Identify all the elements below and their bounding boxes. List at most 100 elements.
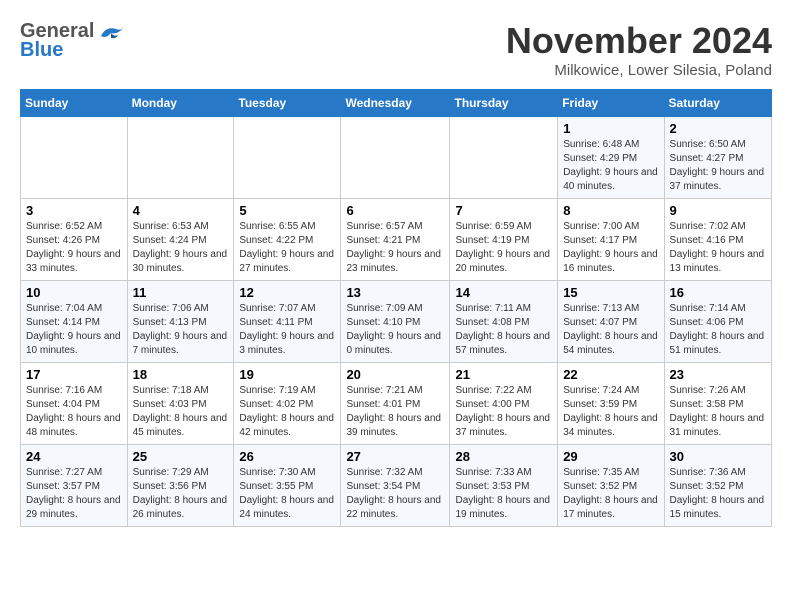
calendar-cell: 1 Sunrise: 6:48 AMSunset: 4:29 PMDaylight… [558, 117, 664, 199]
day-info: Sunrise: 7:22 AMSunset: 4:00 PMDaylight:… [455, 384, 552, 440]
day-info: Sunrise: 7:16 AMSunset: 4:04 PMDaylight:… [26, 384, 122, 440]
day-info: Sunrise: 7:07 AMSunset: 4:11 PMDaylight:… [239, 302, 335, 358]
calendar-week-row: 24 Sunrise: 7:27 AMSunset: 3:57 PMDayligh… [21, 445, 772, 527]
column-header-thursday: Thursday [450, 90, 558, 117]
calendar-cell: 3Sunrise: 6:52 AMSunset: 4:26 PMDaylight… [21, 199, 128, 281]
day-number: 14 [455, 285, 552, 300]
day-info: Sunrise: 6:59 AMSunset: 4:19 PMDaylight:… [455, 220, 552, 276]
calendar-cell: 15Sunrise: 7:13 AMSunset: 4:07 PMDayligh… [558, 281, 664, 363]
day-number: 2 [670, 121, 766, 136]
day-info: Sunrise: 7:29 AMSunset: 3:56 PMDaylight:… [133, 466, 229, 522]
calendar-cell: 20 Sunrise: 7:21 AMSunset: 4:01 PMDayligh… [341, 363, 450, 445]
calendar-cell: 27 Sunrise: 7:32 AMSunset: 3:54 PMDayligh… [341, 445, 450, 527]
day-info: Sunrise: 7:19 AMSunset: 4:02 PMDaylight:… [239, 384, 335, 440]
day-number: 12 [239, 285, 335, 300]
day-number: 21 [455, 367, 552, 382]
day-number: 8 [563, 203, 658, 218]
column-header-sunday: Sunday [21, 90, 128, 117]
calendar-cell: 19 Sunrise: 7:19 AMSunset: 4:02 PMDayligh… [234, 363, 341, 445]
day-info: Sunrise: 7:04 AMSunset: 4:14 PMDaylight:… [26, 302, 122, 358]
calendar-cell: 13 Sunrise: 7:09 AMSunset: 4:10 PMDayligh… [341, 281, 450, 363]
day-number: 24 [26, 449, 122, 464]
calendar-week-row: 10 Sunrise: 7:04 AMSunset: 4:14 PMDayligh… [21, 281, 772, 363]
calendar-cell: 28 Sunrise: 7:33 AMSunset: 3:53 PMDayligh… [450, 445, 558, 527]
day-number: 1 [563, 121, 658, 136]
calendar-cell: 11Sunrise: 7:06 AMSunset: 4:13 PMDayligh… [127, 281, 234, 363]
day-info: Sunrise: 6:48 AMSunset: 4:29 PMDaylight:… [563, 138, 658, 194]
logo: General Blue [20, 20, 126, 62]
day-info: Sunrise: 7:27 AMSunset: 3:57 PMDaylight:… [26, 466, 122, 522]
column-header-wednesday: Wednesday [341, 90, 450, 117]
day-info: Sunrise: 7:14 AMSunset: 4:06 PMDaylight:… [670, 302, 766, 358]
calendar-cell: 16 Sunrise: 7:14 AMSunset: 4:06 PMDayligh… [664, 281, 771, 363]
calendar-table: SundayMondayTuesdayWednesdayThursdayFrid… [20, 89, 772, 527]
calendar-cell: 2 Sunrise: 6:50 AMSunset: 4:27 PMDaylight… [664, 117, 771, 199]
day-number: 27 [346, 449, 444, 464]
column-header-tuesday: Tuesday [234, 90, 341, 117]
calendar-cell [127, 117, 234, 199]
day-number: 30 [670, 449, 766, 464]
title-area: November 2024 Milkowice, Lower Silesia, … [506, 20, 772, 79]
calendar-cell [234, 117, 341, 199]
calendar-cell: 5Sunrise: 6:55 AMSunset: 4:22 PMDaylight… [234, 199, 341, 281]
day-info: Sunrise: 7:09 AMSunset: 4:10 PMDaylight:… [346, 302, 444, 358]
calendar-cell: 7Sunrise: 6:59 AMSunset: 4:19 PMDaylight… [450, 199, 558, 281]
header: General Blue November 2024 Milkowice, Lo… [20, 20, 772, 79]
day-info: Sunrise: 7:18 AMSunset: 4:03 PMDaylight:… [133, 384, 229, 440]
logo-blue-text: Blue [20, 39, 126, 62]
calendar-cell: 18Sunrise: 7:18 AMSunset: 4:03 PMDayligh… [127, 363, 234, 445]
calendar-cell: 29 Sunrise: 7:35 AMSunset: 3:52 PMDayligh… [558, 445, 664, 527]
day-number: 23 [670, 367, 766, 382]
location-subtitle: Milkowice, Lower Silesia, Poland [506, 62, 772, 79]
day-number: 16 [670, 285, 766, 300]
calendar-cell: 30 Sunrise: 7:36 AMSunset: 3:52 PMDayligh… [664, 445, 771, 527]
day-info: Sunrise: 7:35 AMSunset: 3:52 PMDaylight:… [563, 466, 658, 522]
calendar-cell: 24 Sunrise: 7:27 AMSunset: 3:57 PMDayligh… [21, 445, 128, 527]
calendar-cell: 26 Sunrise: 7:30 AMSunset: 3:55 PMDayligh… [234, 445, 341, 527]
day-info: Sunrise: 7:26 AMSunset: 3:58 PMDaylight:… [670, 384, 766, 440]
day-info: Sunrise: 7:32 AMSunset: 3:54 PMDaylight:… [346, 466, 444, 522]
day-info: Sunrise: 6:53 AMSunset: 4:24 PMDaylight:… [133, 220, 229, 276]
calendar-cell: 6Sunrise: 6:57 AMSunset: 4:21 PMDaylight… [341, 199, 450, 281]
calendar-cell: 8 Sunrise: 7:00 AMSunset: 4:17 PMDaylight… [558, 199, 664, 281]
day-number: 9 [670, 203, 766, 218]
day-info: Sunrise: 7:30 AMSunset: 3:55 PMDaylight:… [239, 466, 335, 522]
day-info: Sunrise: 7:21 AMSunset: 4:01 PMDaylight:… [346, 384, 444, 440]
calendar-week-row: 17 Sunrise: 7:16 AMSunset: 4:04 PMDayligh… [21, 363, 772, 445]
calendar-week-row: 1 Sunrise: 6:48 AMSunset: 4:29 PMDaylight… [21, 117, 772, 199]
day-info: Sunrise: 6:50 AMSunset: 4:27 PMDaylight:… [670, 138, 766, 194]
calendar-cell: 23 Sunrise: 7:26 AMSunset: 3:58 PMDayligh… [664, 363, 771, 445]
day-number: 13 [346, 285, 444, 300]
day-info: Sunrise: 7:00 AMSunset: 4:17 PMDaylight:… [563, 220, 658, 276]
calendar-cell: 4 Sunrise: 6:53 AMSunset: 4:24 PMDaylight… [127, 199, 234, 281]
calendar-header-row: SundayMondayTuesdayWednesdayThursdayFrid… [21, 90, 772, 117]
calendar-cell: 21 Sunrise: 7:22 AMSunset: 4:00 PMDayligh… [450, 363, 558, 445]
calendar-cell [341, 117, 450, 199]
day-number: 17 [26, 367, 122, 382]
day-number: 25 [133, 449, 229, 464]
day-info: Sunrise: 7:33 AMSunset: 3:53 PMDaylight:… [455, 466, 552, 522]
day-info: Sunrise: 7:11 AMSunset: 4:08 PMDaylight:… [455, 302, 552, 358]
day-number: 22 [563, 367, 658, 382]
calendar-cell: 12 Sunrise: 7:07 AMSunset: 4:11 PMDayligh… [234, 281, 341, 363]
day-info: Sunrise: 7:06 AMSunset: 4:13 PMDaylight:… [133, 302, 229, 358]
calendar-cell: 9Sunrise: 7:02 AMSunset: 4:16 PMDaylight… [664, 199, 771, 281]
calendar-cell [21, 117, 128, 199]
day-number: 26 [239, 449, 335, 464]
calendar-cell: 22 Sunrise: 7:24 AMSunset: 3:59 PMDayligh… [558, 363, 664, 445]
day-number: 28 [455, 449, 552, 464]
calendar-cell [450, 117, 558, 199]
day-number: 10 [26, 285, 122, 300]
day-number: 20 [346, 367, 444, 382]
column-header-monday: Monday [127, 90, 234, 117]
day-info: Sunrise: 7:36 AMSunset: 3:52 PMDaylight:… [670, 466, 766, 522]
day-info: Sunrise: 6:57 AMSunset: 4:21 PMDaylight:… [346, 220, 444, 276]
day-info: Sunrise: 7:24 AMSunset: 3:59 PMDaylight:… [563, 384, 658, 440]
day-info: Sunrise: 6:55 AMSunset: 4:22 PMDaylight:… [239, 220, 335, 276]
calendar-cell: 25 Sunrise: 7:29 AMSunset: 3:56 PMDayligh… [127, 445, 234, 527]
day-info: Sunrise: 6:52 AMSunset: 4:26 PMDaylight:… [26, 220, 122, 276]
month-title: November 2024 [506, 20, 772, 62]
day-number: 4 [133, 203, 229, 218]
day-number: 19 [239, 367, 335, 382]
day-number: 29 [563, 449, 658, 464]
